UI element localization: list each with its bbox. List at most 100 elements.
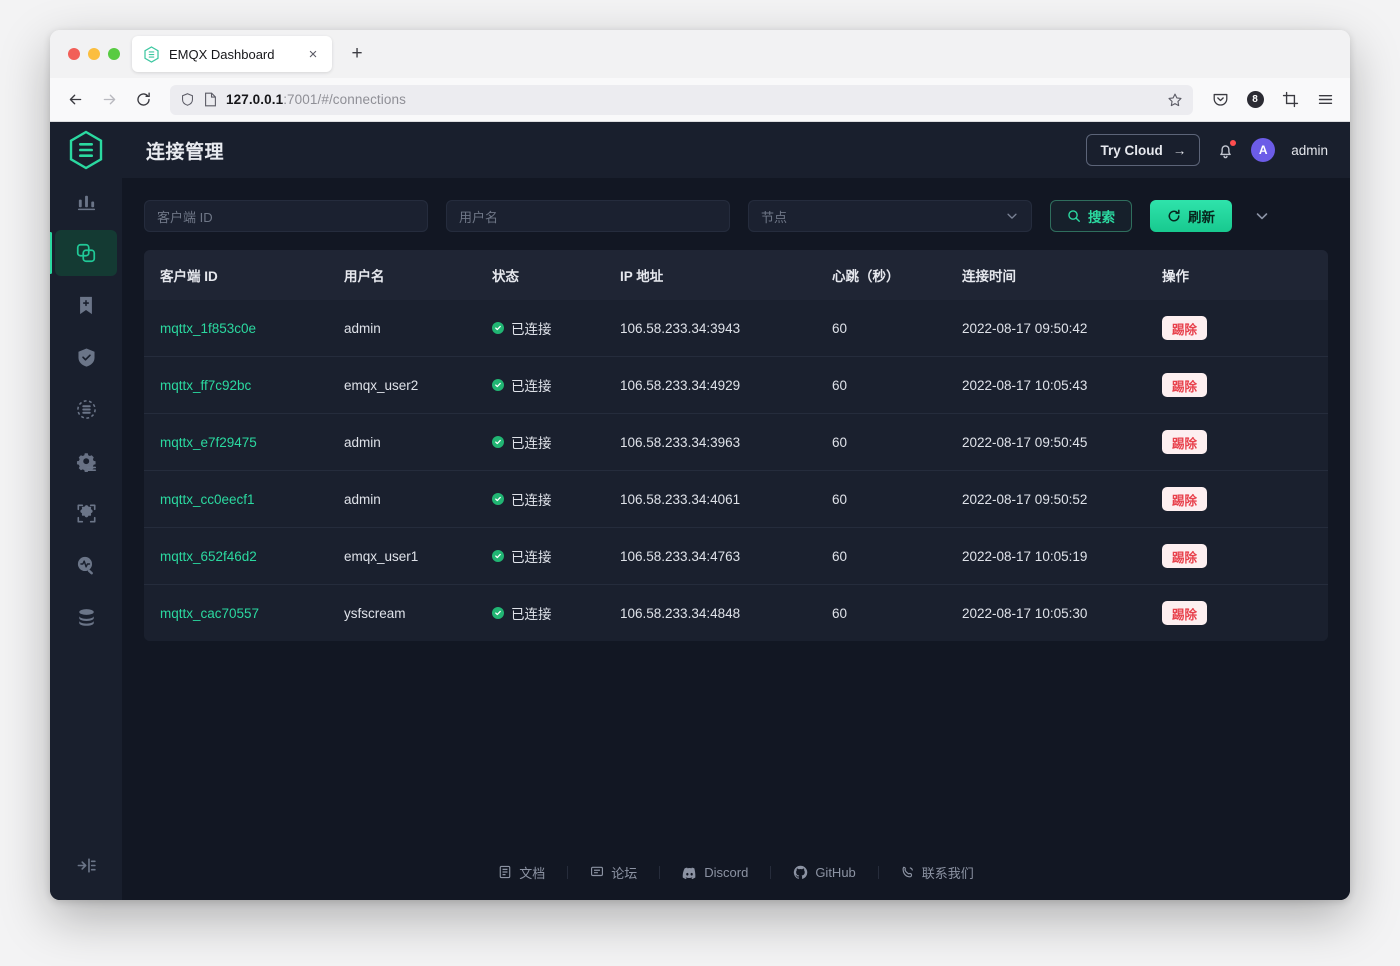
client-id-link[interactable]: mqttx_652f46d2 [160,549,257,564]
client-id-link[interactable]: mqttx_e7f29475 [160,435,257,450]
sidebar-item-diagnose[interactable] [55,542,117,588]
cell-connected-at: 2022-08-17 09:50:45 [962,413,1162,471]
check-circle-icon [492,322,504,334]
sidebar-item-retained[interactable] [55,282,117,328]
layers-icon [76,607,97,628]
page-icon [204,92,217,107]
client-id-input[interactable]: 客户端 ID [144,200,428,232]
cell-username: admin [344,300,492,357]
cell-connected-at: 2022-08-17 10:05:43 [962,356,1162,414]
back-arrow-icon[interactable] [60,85,90,115]
url-text: 127.0.0.1:7001/#/connections [226,92,406,107]
footer-link-forum[interactable]: 论坛 [568,863,659,882]
cell-status: 已连接 [492,356,620,414]
sidebar [50,122,122,900]
sidebar-item-monitoring[interactable] [55,178,117,224]
refresh-button[interactable]: 刷新 [1150,200,1232,232]
new-tab-button[interactable]: + [342,39,372,69]
column-header-ip: IP 地址 [620,250,832,300]
cell-status: 已连接 [492,300,620,357]
reload-icon[interactable] [128,85,158,115]
footer-link-label: 文档 [519,865,546,881]
avatar[interactable]: A [1251,138,1276,162]
cell-ip: 106.58.233.34:4763 [620,527,832,585]
footer-link-github[interactable]: GitHub [771,865,877,880]
username-placeholder: 用户名 [459,209,499,225]
minimize-window-button[interactable] [88,48,100,60]
kick-button[interactable]: 踢除 [1162,430,1208,454]
emqx-hexagon-logo[interactable] [50,122,122,178]
client-id-placeholder: 客户端 ID [157,209,213,225]
footer-link-contact[interactable]: 联系我们 [879,863,996,882]
gear-layers-icon [76,451,97,472]
client-id-link[interactable]: mqttx_ff7c92bc [160,378,251,393]
footer-link-label: Discord [704,864,749,880]
cell-client-id: mqttx_cac70557 [144,584,344,641]
cell-username: admin [344,413,492,471]
status-badge: 已连接 [492,318,610,338]
url-path: :7001/#/connections [283,92,406,107]
search-button[interactable]: 搜索 [1050,200,1132,232]
cell-connected-at: 2022-08-17 10:05:30 [962,584,1162,641]
sidebar-item-extensions[interactable] [55,490,117,536]
refresh-button-label: 刷新 [1188,210,1215,225]
forward-arrow-icon[interactable] [94,85,124,115]
cell-status: 已连接 [492,584,620,641]
kick-button[interactable]: 踢除 [1162,544,1208,568]
column-header-status: 状态 [492,250,620,300]
sidebar-item-access-control[interactable] [55,334,117,380]
star-icon[interactable] [1167,92,1183,108]
footer-link-discord[interactable]: Discord [660,865,770,880]
kick-button[interactable]: 踢除 [1162,373,1208,397]
sidebar-item-rules[interactable] [55,438,117,484]
kick-button[interactable]: 踢除 [1162,601,1208,625]
kick-button[interactable]: 踢除 [1162,487,1208,511]
cell-actions: 踢除 [1162,527,1328,585]
magnifier-pulse-icon [76,555,97,576]
client-id-link[interactable]: mqttx_cc0eecf1 [160,492,255,507]
column-header-connected-at: 连接时间 [962,250,1162,300]
discord-icon [682,865,697,880]
address-bar[interactable]: 127.0.0.1:7001/#/connections [170,84,1193,115]
close-window-button[interactable] [68,48,80,60]
close-tab-button[interactable]: × [304,45,322,63]
crop-icon[interactable] [1275,85,1305,115]
collapse-sidebar-icon[interactable] [66,848,106,882]
sidebar-item-connections[interactable] [50,230,117,276]
footer-link-docs[interactable]: 文档 [476,863,567,882]
maximize-window-button[interactable] [108,48,120,60]
sidebar-item-data-integration[interactable] [55,386,117,432]
client-id-link[interactable]: mqttx_cac70557 [160,606,259,621]
account-icon[interactable]: 8 [1240,85,1270,115]
main-content: 连接管理 Try Cloud → A admin 客户端 ID 用户名 节点 搜… [122,122,1350,900]
browser-tab[interactable]: EMQX Dashboard × [132,36,332,72]
hamburger-menu-icon[interactable] [1310,85,1340,115]
try-cloud-button[interactable]: Try Cloud → [1086,134,1201,166]
document-icon [498,865,512,879]
search-button-label: 搜索 [1088,210,1115,225]
notification-badge-dot [1230,139,1237,146]
pocket-icon[interactable] [1205,85,1235,115]
cell-username: ysfscream [344,584,492,641]
browser-window: EMQX Dashboard × + 127.0.0.1:7001/#/conn… [50,30,1350,900]
check-circle-icon [492,607,504,619]
cell-actions: 踢除 [1162,413,1328,471]
node-select[interactable]: 节点 [748,200,1032,232]
cell-username: admin [344,470,492,528]
sidebar-item-management[interactable] [55,594,117,640]
notifications-button[interactable] [1216,139,1237,160]
cell-actions: 踢除 [1162,584,1328,641]
node-placeholder: 节点 [761,209,788,225]
more-options-chevron-down-icon[interactable] [1250,208,1274,224]
header-actions: Try Cloud → A admin [1086,134,1328,166]
cell-client-id: mqttx_1f853c0e [144,300,344,357]
table-row: mqttx_cac70557 ysfscream 已连接 106.58.233.… [144,584,1328,641]
username-input[interactable]: 用户名 [446,200,730,232]
user-name[interactable]: admin [1291,143,1328,158]
table-row: mqttx_cc0eecf1 admin 已连接 106.58.233.34:4… [144,470,1328,528]
database-stack-icon [76,399,97,420]
check-circle-icon [492,493,504,505]
kick-button[interactable]: 踢除 [1162,316,1208,340]
client-id-link[interactable]: mqttx_1f853c0e [160,321,256,336]
column-header-username: 用户名 [344,250,492,300]
